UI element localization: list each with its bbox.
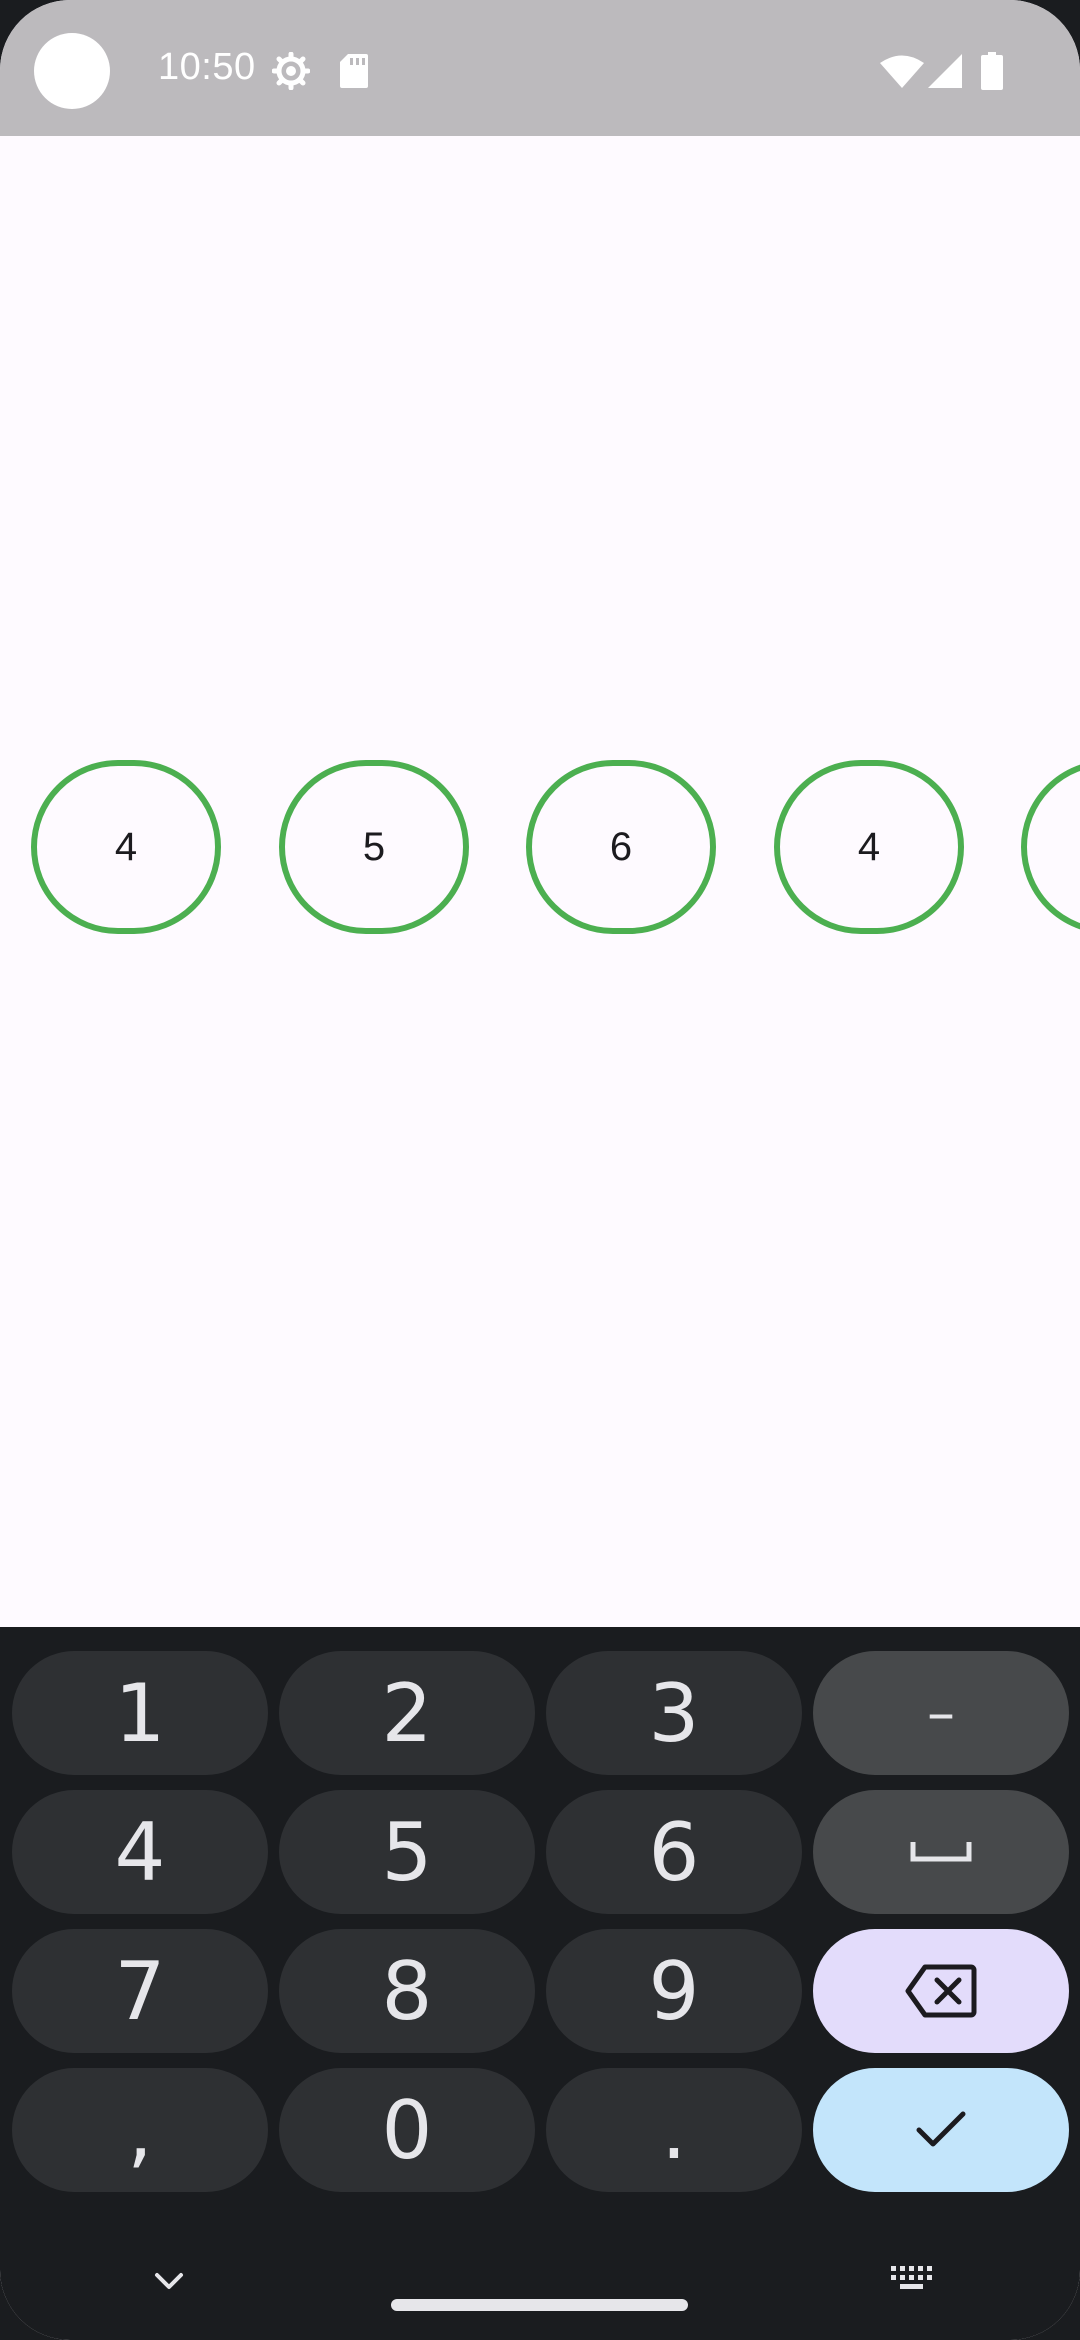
key-space[interactable]	[813, 1790, 1069, 1914]
number-bubble[interactable]: 6	[526, 760, 716, 934]
keyboard-icon[interactable]	[891, 2266, 935, 2299]
status-bar: 10:50	[0, 0, 1080, 136]
numeric-keyboard: 1 2 3 – 4 5 6 7 8 9 , 0 .	[0, 1627, 1080, 2340]
key-comma[interactable]: ,	[12, 2068, 268, 2192]
checkmark-icon	[916, 2111, 966, 2149]
number-bubble[interactable]: 4	[31, 760, 221, 934]
key-period[interactable]: .	[546, 2068, 802, 2192]
key-5[interactable]: 5	[279, 1790, 535, 1914]
key-3[interactable]: 3	[546, 1651, 802, 1775]
backspace-icon	[905, 1964, 977, 2018]
camera-cutout	[34, 33, 110, 109]
battery-icon	[981, 52, 1003, 90]
key-backspace[interactable]	[813, 1929, 1069, 2053]
key-9[interactable]: 9	[546, 1929, 802, 2053]
number-bubble[interactable]: 5	[279, 760, 469, 934]
chevron-down-icon[interactable]	[154, 2272, 184, 2295]
wifi-icon	[880, 54, 924, 88]
home-indicator[interactable]	[391, 2299, 688, 2311]
key-2[interactable]: 2	[279, 1651, 535, 1775]
key-done[interactable]	[813, 2068, 1069, 2192]
key-1[interactable]: 1	[12, 1651, 268, 1775]
app-screen: 10:50 4 5 6 4 1 2 3 – 4 5 6 7 8 9 , 0 .	[0, 0, 1080, 2340]
space-icon	[910, 1842, 972, 1862]
key-dash[interactable]: –	[813, 1651, 1069, 1775]
key-0[interactable]: 0	[279, 2068, 535, 2192]
key-4[interactable]: 4	[12, 1790, 268, 1914]
number-bubble[interactable]: 4	[774, 760, 964, 934]
sd-card-icon	[340, 54, 368, 88]
status-clock: 10:50	[158, 46, 256, 88]
number-bubble-partial[interactable]	[1021, 760, 1080, 934]
settings-gear-icon	[272, 52, 310, 90]
cell-signal-icon	[928, 54, 962, 88]
key-6[interactable]: 6	[546, 1790, 802, 1914]
main-content: 4 5 6 4	[0, 136, 1080, 1627]
key-8[interactable]: 8	[279, 1929, 535, 2053]
key-7[interactable]: 7	[12, 1929, 268, 2053]
